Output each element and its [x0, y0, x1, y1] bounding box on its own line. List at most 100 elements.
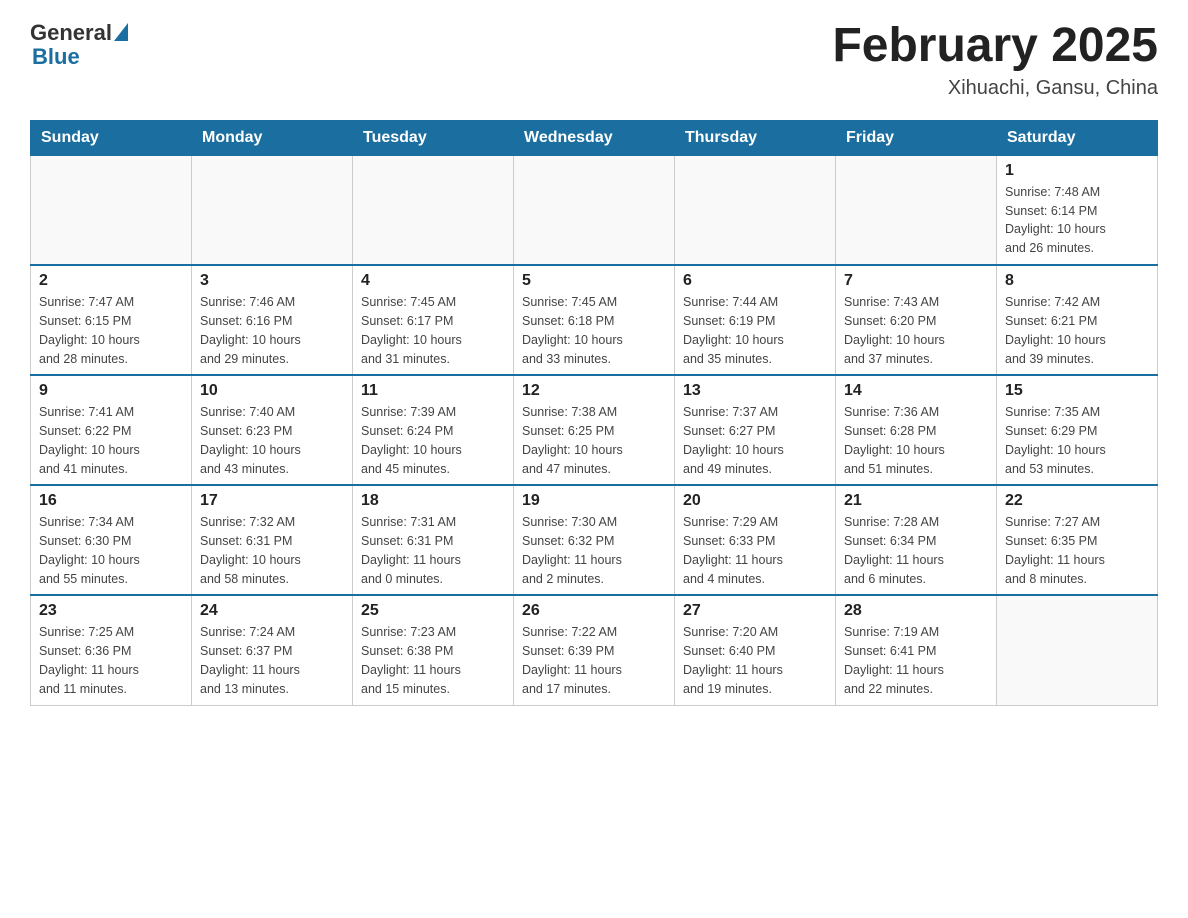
table-row: 19 Sunrise: 7:30 AM Sunset: 6:32 PM Dayli… [514, 485, 675, 595]
day-info: Sunrise: 7:47 AM Sunset: 6:15 PM Dayligh… [39, 293, 183, 368]
table-row: 17 Sunrise: 7:32 AM Sunset: 6:31 PM Dayli… [192, 485, 353, 595]
calendar-header: Sunday Monday Tuesday Wednesday Thursday… [31, 120, 1158, 155]
day-number: 24 [200, 602, 344, 620]
day-number: 19 [522, 492, 666, 510]
table-row: 22 Sunrise: 7:27 AM Sunset: 6:35 PM Dayli… [997, 485, 1158, 595]
day-info: Sunrise: 7:40 AM Sunset: 6:23 PM Dayligh… [200, 403, 344, 478]
day-info: Sunrise: 7:29 AM Sunset: 6:33 PM Dayligh… [683, 513, 827, 588]
day-info: Sunrise: 7:42 AM Sunset: 6:21 PM Dayligh… [1005, 293, 1149, 368]
day-number: 11 [361, 382, 505, 400]
day-info: Sunrise: 7:28 AM Sunset: 6:34 PM Dayligh… [844, 513, 988, 588]
day-info: Sunrise: 7:30 AM Sunset: 6:32 PM Dayligh… [522, 513, 666, 588]
day-number: 1 [1005, 162, 1149, 180]
day-number: 17 [200, 492, 344, 510]
table-row [192, 155, 353, 265]
day-info: Sunrise: 7:22 AM Sunset: 6:39 PM Dayligh… [522, 623, 666, 698]
day-number: 20 [683, 492, 827, 510]
day-info: Sunrise: 7:23 AM Sunset: 6:38 PM Dayligh… [361, 623, 505, 698]
day-number: 12 [522, 382, 666, 400]
table-row [836, 155, 997, 265]
day-number: 8 [1005, 272, 1149, 290]
table-row: 25 Sunrise: 7:23 AM Sunset: 6:38 PM Dayli… [353, 595, 514, 705]
day-info: Sunrise: 7:43 AM Sunset: 6:20 PM Dayligh… [844, 293, 988, 368]
header-tuesday: Tuesday [353, 120, 514, 155]
day-info: Sunrise: 7:45 AM Sunset: 6:18 PM Dayligh… [522, 293, 666, 368]
day-info: Sunrise: 7:39 AM Sunset: 6:24 PM Dayligh… [361, 403, 505, 478]
day-number: 15 [1005, 382, 1149, 400]
table-row: 7 Sunrise: 7:43 AM Sunset: 6:20 PM Daylig… [836, 265, 997, 375]
table-row: 1 Sunrise: 7:48 AM Sunset: 6:14 PM Daylig… [997, 155, 1158, 265]
table-row: 16Sunrise: 7:34 AM Sunset: 6:30 PM Dayli… [31, 485, 192, 595]
table-row: 27 Sunrise: 7:20 AM Sunset: 6:40 PM Dayli… [675, 595, 836, 705]
day-number: 10 [200, 382, 344, 400]
day-info: Sunrise: 7:44 AM Sunset: 6:19 PM Dayligh… [683, 293, 827, 368]
day-info: Sunrise: 7:25 AM Sunset: 6:36 PM Dayligh… [39, 623, 183, 698]
day-number: 14 [844, 382, 988, 400]
day-number: 9 [39, 382, 183, 400]
table-row: 26 Sunrise: 7:22 AM Sunset: 6:39 PM Dayli… [514, 595, 675, 705]
table-row [514, 155, 675, 265]
day-number: 25 [361, 602, 505, 620]
table-row: 15 Sunrise: 7:35 AM Sunset: 6:29 PM Dayli… [997, 375, 1158, 485]
logo-triangle-icon [114, 23, 128, 41]
calendar-table: Sunday Monday Tuesday Wednesday Thursday… [30, 120, 1158, 706]
day-number: 18 [361, 492, 505, 510]
table-row [675, 155, 836, 265]
day-info: Sunrise: 7:32 AM Sunset: 6:31 PM Dayligh… [200, 513, 344, 588]
logo-general-text: General [30, 20, 112, 46]
day-info: Sunrise: 7:48 AM Sunset: 6:14 PM Dayligh… [1005, 183, 1149, 258]
day-number: 27 [683, 602, 827, 620]
table-row: 10 Sunrise: 7:40 AM Sunset: 6:23 PM Dayli… [192, 375, 353, 485]
table-row: 23 Sunrise: 7:25 AM Sunset: 6:36 PM Dayli… [31, 595, 192, 705]
table-row: 6 Sunrise: 7:44 AM Sunset: 6:19 PM Daylig… [675, 265, 836, 375]
header-friday: Friday [836, 120, 997, 155]
table-row: 5 Sunrise: 7:45 AM Sunset: 6:18 PM Daylig… [514, 265, 675, 375]
day-number: 6 [683, 272, 827, 290]
day-info: Sunrise: 7:24 AM Sunset: 6:37 PM Dayligh… [200, 623, 344, 698]
logo: General Blue [30, 20, 128, 70]
day-info: Sunrise: 7:37 AM Sunset: 6:27 PM Dayligh… [683, 403, 827, 478]
logo-blue-text: Blue [32, 44, 80, 70]
month-title: February 2025 [832, 20, 1158, 73]
day-info: Sunrise: 7:46 AM Sunset: 6:16 PM Dayligh… [200, 293, 344, 368]
day-number: 28 [844, 602, 988, 620]
table-row: 24 Sunrise: 7:24 AM Sunset: 6:37 PM Dayli… [192, 595, 353, 705]
table-row: 21 Sunrise: 7:28 AM Sunset: 6:34 PM Dayli… [836, 485, 997, 595]
day-number: 22 [1005, 492, 1149, 510]
table-row: 14Sunrise: 7:36 AM Sunset: 6:28 PM Dayli… [836, 375, 997, 485]
table-row: 13 Sunrise: 7:37 AM Sunset: 6:27 PM Dayli… [675, 375, 836, 485]
day-number: 13 [683, 382, 827, 400]
day-number: 26 [522, 602, 666, 620]
table-row: 12Sunrise: 7:38 AM Sunset: 6:25 PM Dayli… [514, 375, 675, 485]
header-wednesday: Wednesday [514, 120, 675, 155]
day-number: 23 [39, 602, 183, 620]
calendar-body: 1 Sunrise: 7:48 AM Sunset: 6:14 PM Daylig… [31, 155, 1158, 705]
title-area: February 2025 Xihuachi, Gansu, China [832, 20, 1158, 100]
day-number: 21 [844, 492, 988, 510]
day-number: 5 [522, 272, 666, 290]
table-row [997, 595, 1158, 705]
table-row: 28Sunrise: 7:19 AM Sunset: 6:41 PM Dayli… [836, 595, 997, 705]
table-row [31, 155, 192, 265]
day-info: Sunrise: 7:20 AM Sunset: 6:40 PM Dayligh… [683, 623, 827, 698]
table-row: 3 Sunrise: 7:46 AM Sunset: 6:16 PM Daylig… [192, 265, 353, 375]
day-number: 4 [361, 272, 505, 290]
table-row: 11 Sunrise: 7:39 AM Sunset: 6:24 PM Dayli… [353, 375, 514, 485]
table-row: 20 Sunrise: 7:29 AM Sunset: 6:33 PM Dayli… [675, 485, 836, 595]
table-row: 8 Sunrise: 7:42 AM Sunset: 6:21 PM Daylig… [997, 265, 1158, 375]
day-info: Sunrise: 7:31 AM Sunset: 6:31 PM Dayligh… [361, 513, 505, 588]
day-info: Sunrise: 7:45 AM Sunset: 6:17 PM Dayligh… [361, 293, 505, 368]
table-row [353, 155, 514, 265]
table-row: 9Sunrise: 7:41 AM Sunset: 6:22 PM Daylig… [31, 375, 192, 485]
day-number: 2 [39, 272, 183, 290]
day-number: 7 [844, 272, 988, 290]
header-thursday: Thursday [675, 120, 836, 155]
header-saturday: Saturday [997, 120, 1158, 155]
page-header: General Blue February 2025 Xihuachi, Gan… [30, 20, 1158, 100]
header-sunday: Sunday [31, 120, 192, 155]
day-number: 3 [200, 272, 344, 290]
day-info: Sunrise: 7:27 AM Sunset: 6:35 PM Dayligh… [1005, 513, 1149, 588]
day-number: 16 [39, 492, 183, 510]
day-info: Sunrise: 7:35 AM Sunset: 6:29 PM Dayligh… [1005, 403, 1149, 478]
table-row: 4 Sunrise: 7:45 AM Sunset: 6:17 PM Daylig… [353, 265, 514, 375]
